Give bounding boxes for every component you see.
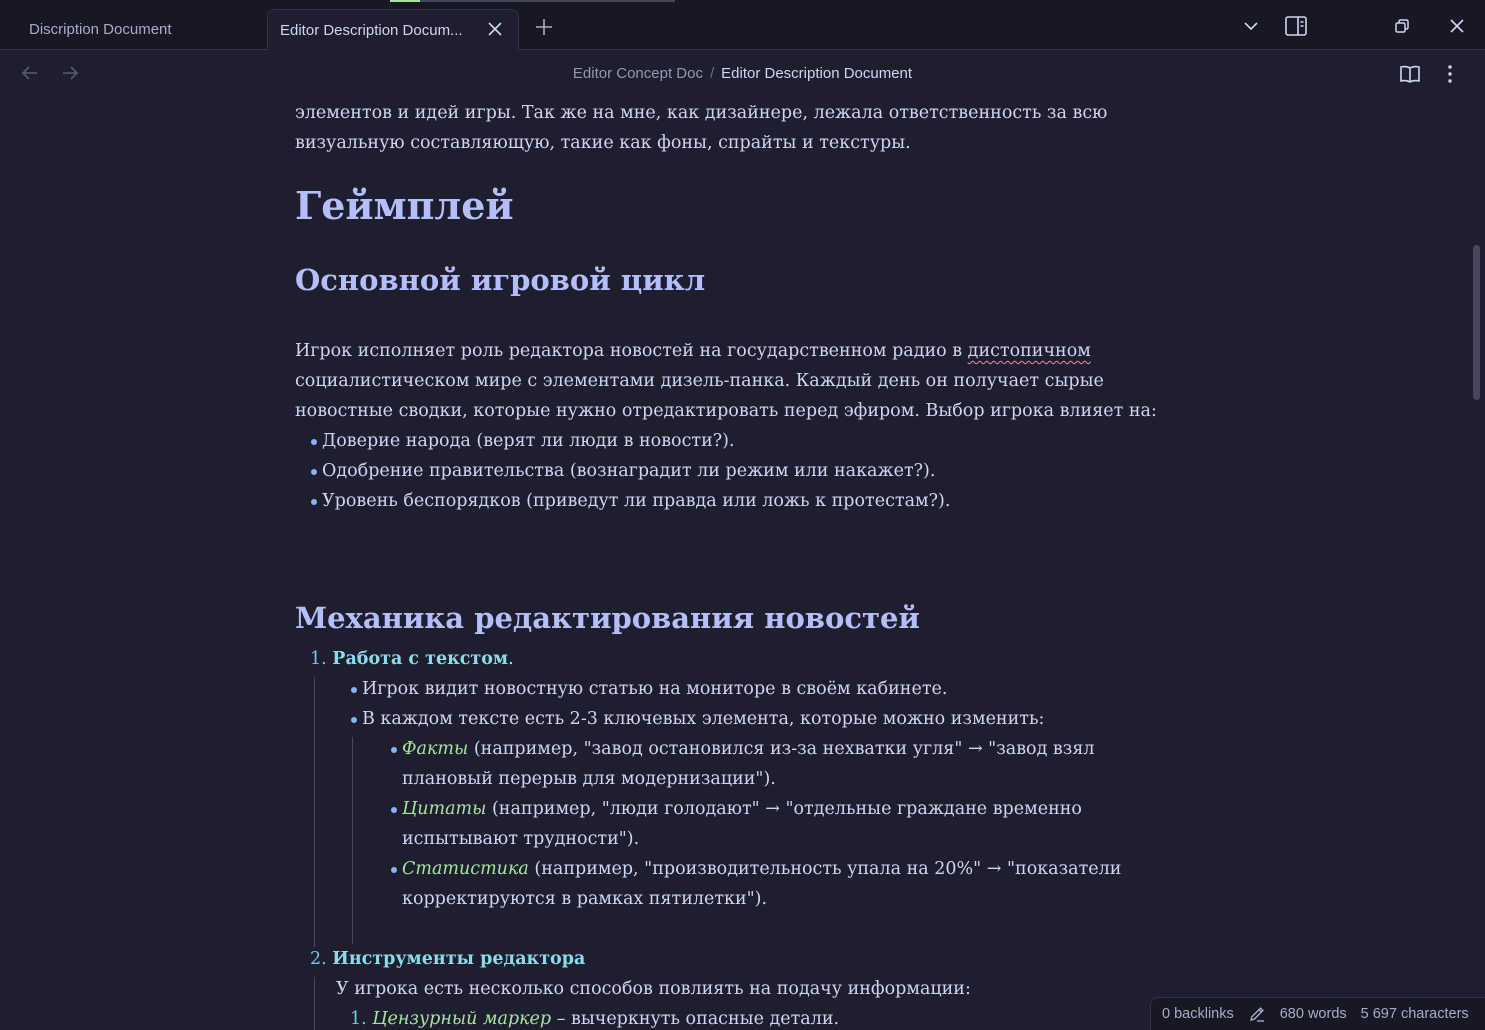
status-bar: 0 backlinks 680 words 5 697 characters — [1150, 997, 1485, 1030]
list-item-continuation: испытывают трудности"). — [402, 829, 640, 849]
breadcrumb-parent[interactable]: Editor Concept Doc — [573, 65, 703, 82]
list-item: Игрок видит новостную статью на мониторе… — [362, 679, 948, 699]
list-item-title: Работа с текстом — [332, 649, 509, 669]
tab-list-button[interactable] — [1236, 11, 1266, 41]
indent-guide — [314, 677, 315, 947]
heading-gameplay: Геймплей — [295, 183, 514, 228]
character-count: 5 697 characters — [1360, 1006, 1469, 1022]
list-item-continuation: плановый перерыв для модернизации"). — [402, 769, 776, 789]
window-restore-icon — [1395, 19, 1409, 33]
list-item-title: Инструменты редактора — [332, 949, 586, 969]
list-number: 1. — [350, 1009, 367, 1029]
chevron-down-icon — [1244, 22, 1258, 31]
emphasis-term: Цитаты — [402, 799, 487, 819]
breadcrumb-separator: / — [709, 65, 715, 82]
breadcrumb-current[interactable]: Editor Description Document — [721, 65, 912, 82]
paragraph-line: У игрока есть несколько способов повлият… — [336, 979, 971, 999]
list-bullet — [311, 469, 317, 475]
pencil-icon[interactable] — [1248, 1005, 1266, 1023]
word-count: 680 words — [1279, 1006, 1347, 1022]
emphasis-term: Факты — [402, 739, 469, 759]
heading-core-loop: Основной игровой цикл — [295, 263, 706, 297]
emphasis-term: Статистика — [402, 859, 529, 879]
paragraph-line: Игрок исполняет роль редактора новостей … — [295, 341, 1091, 361]
paragraph-line: социалистическом мире с элементами дизел… — [295, 371, 1104, 391]
paragraph-line: элементов и идей игры. Так же на мне, ка… — [295, 103, 1108, 123]
list-number: 2. — [310, 949, 327, 969]
list-item: Одобрение правительства (вознаградит ли … — [322, 461, 936, 481]
sidebar-toggle-icon — [1285, 16, 1307, 36]
close-icon[interactable] — [486, 20, 504, 38]
backlinks-count[interactable]: 0 backlinks — [1162, 1006, 1234, 1022]
tab-discription-document[interactable]: Discription Document — [17, 9, 265, 50]
paragraph-line: новостные сводки, которые нужно отредакт… — [295, 401, 1157, 421]
view-header: Editor Concept Doc / Editor Description Do… — [0, 51, 1485, 97]
ordered-list-item: 1. Работа с текстом. — [310, 649, 514, 669]
paragraph-line: визуальную составляющую, такие как фоны,… — [295, 133, 911, 153]
list-bullet — [351, 687, 357, 693]
scrollbar-thumb[interactable] — [1473, 245, 1480, 400]
restore-window-button[interactable] — [1387, 11, 1417, 41]
list-bullet — [391, 867, 397, 873]
ordered-list-item: 2. Инструменты редактора — [310, 944, 585, 974]
list-item: Статистика (например, "производительност… — [402, 859, 1122, 879]
tab-bar-accent — [390, 0, 675, 2]
close-window-button[interactable] — [1442, 11, 1472, 41]
list-item: В каждом тексте есть 2-3 ключевых элемен… — [362, 709, 1045, 729]
list-number: 1. — [310, 649, 327, 669]
tab-label: Discription Document — [29, 21, 172, 38]
indent-guide — [314, 977, 315, 1030]
book-open-icon[interactable] — [1398, 62, 1422, 86]
heading-mechanics: Механика редактирования новостей — [295, 601, 920, 635]
emphasis-term: Цензурный маркер — [372, 1009, 552, 1029]
plus-icon[interactable] — [531, 14, 557, 40]
more-vertical-icon[interactable] — [1438, 62, 1462, 86]
list-bullet — [391, 747, 397, 753]
close-icon — [1450, 19, 1464, 33]
sidebar-toggle-button[interactable] — [1281, 11, 1311, 41]
list-bullet — [351, 717, 357, 723]
ordered-list-item: 1. Цензурный маркер – вычеркнуть опасные… — [350, 1009, 840, 1029]
tab-label: Editor Description Docum... — [280, 21, 463, 39]
list-item: Цитаты (например, "люди голодают" → "отд… — [402, 799, 1082, 819]
list-item: Доверие народа (верят ли люди в новости?… — [322, 431, 735, 451]
list-bullet — [311, 499, 317, 505]
misspelled-word[interactable]: дистопичном — [968, 341, 1091, 361]
tab-editor-description-document[interactable]: Editor Description Docum... — [267, 9, 519, 50]
list-bullet — [391, 807, 397, 813]
list-bullet — [311, 439, 317, 445]
editor-content[interactable]: элементов и идей игры. Так же на мне, ка… — [0, 97, 1485, 1030]
breadcrumb: Editor Concept Doc / Editor Description Do… — [0, 65, 1485, 82]
list-item: Факты (например, "завод остановился из-з… — [402, 739, 1095, 759]
tab-bar: Discription Document Editor Description … — [0, 0, 1485, 50]
list-item-continuation: корректируются в рамках пятилетки"). — [402, 889, 768, 909]
indent-guide — [352, 737, 353, 944]
list-item: Уровень беспорядков (приведут ли правда … — [322, 491, 951, 511]
